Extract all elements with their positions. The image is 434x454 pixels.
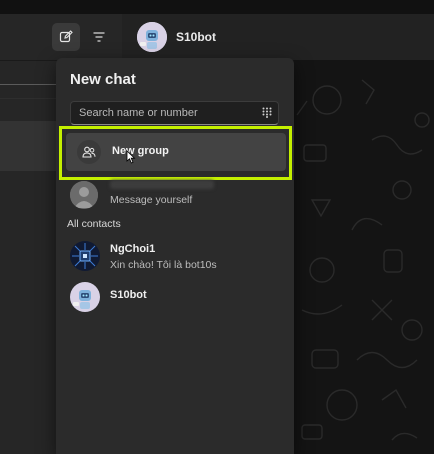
window-top-strip <box>0 0 434 14</box>
person-icon <box>70 181 98 209</box>
message-yourself-item[interactable]: Message yourself <box>56 177 294 213</box>
robot-avatar-icon <box>137 22 167 52</box>
self-subtitle: Message yourself <box>110 194 193 206</box>
highlight-box <box>59 126 292 180</box>
search-box[interactable] <box>70 101 279 125</box>
avatar <box>70 181 98 209</box>
avatar[interactable] <box>137 22 167 52</box>
robot-avatar-icon <box>70 282 100 312</box>
new-chat-button[interactable] <box>52 23 80 51</box>
contact-name: S10bot <box>110 289 147 301</box>
chat-list-item-selected[interactable] <box>0 121 56 171</box>
chat-list-search-underline <box>0 84 56 85</box>
avatar <box>70 241 100 271</box>
contact-last-message: Xin chào! Tôi là bot10s <box>110 259 217 271</box>
search-input[interactable] <box>79 105 249 121</box>
redacted-name <box>110 180 214 189</box>
conversation-header: S10bot <box>122 14 434 61</box>
contact-name: NgChoi1 <box>110 243 156 255</box>
dialpad-icon[interactable] <box>262 107 272 118</box>
compose-icon <box>59 30 73 43</box>
avatar <box>70 282 100 312</box>
chat-list-header <box>0 14 122 61</box>
contact-item[interactable]: S10bot <box>56 280 294 316</box>
panel-title: New chat <box>70 71 136 88</box>
divider <box>0 98 56 99</box>
mouse-cursor-icon <box>126 150 136 164</box>
contact-item[interactable]: NgChoi1 Xin chào! Tôi là bot10s <box>56 239 294 275</box>
conversation-title[interactable]: S10bot <box>176 30 216 44</box>
filter-icon <box>93 32 105 42</box>
chip-avatar-icon <box>70 241 100 271</box>
section-heading: All contacts <box>67 218 121 230</box>
filter-button[interactable] <box>85 23 113 51</box>
